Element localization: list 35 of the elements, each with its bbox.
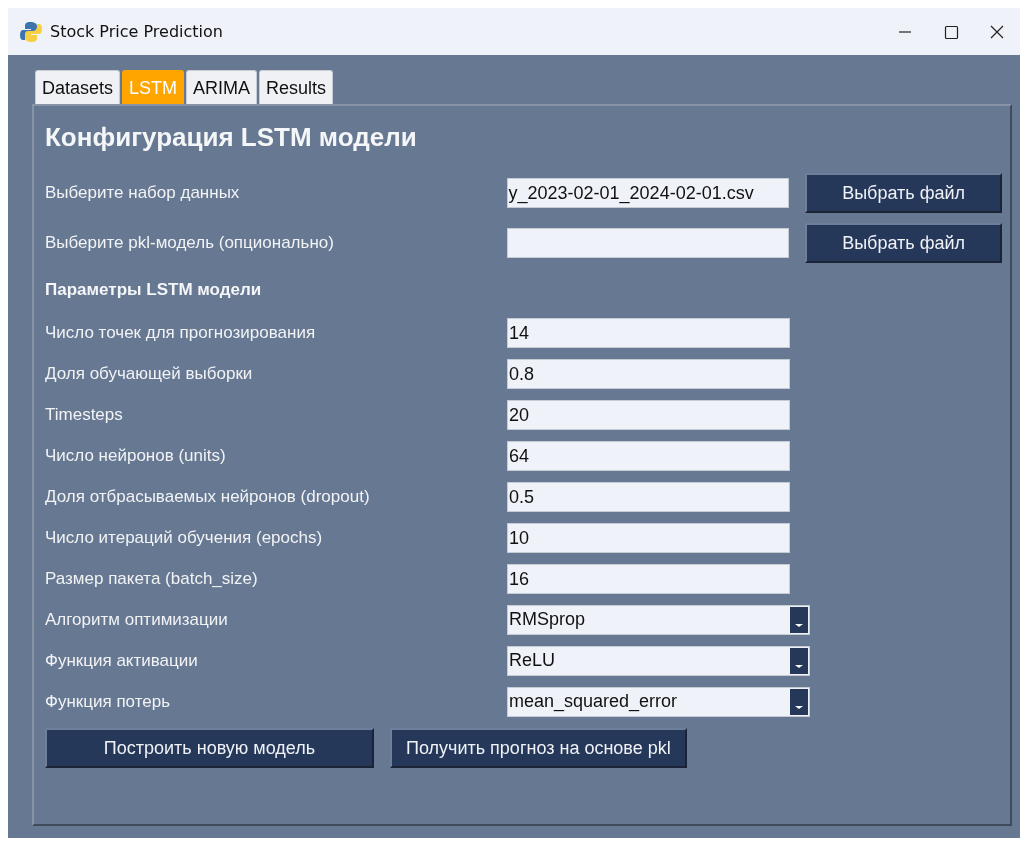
choose-file-button[interactable]: Выбрать файл: [805, 223, 1002, 263]
tab[interactable]: Datasets: [35, 70, 121, 104]
input-field[interactable]: 0.5: [507, 481, 790, 512]
input-field[interactable]: 10: [507, 522, 790, 553]
field-label: Размер пакета (batch_size): [45, 568, 259, 589]
tab[interactable]: Results: [259, 70, 334, 104]
field-label: Алгоритм оптимизации: [45, 609, 229, 630]
choose-file-button[interactable]: Выбрать файл: [805, 173, 1002, 213]
input-field[interactable]: 20: [507, 399, 790, 430]
field-label: Число точек для прогнозирования: [45, 322, 317, 343]
action-button[interactable]: Получить прогноз на основе pkl: [390, 728, 687, 768]
tab[interactable]: ARIMA: [186, 70, 258, 104]
field-label: Доля обучающей выборки: [45, 363, 254, 384]
section-title: Параметры LSTM модели: [45, 279, 263, 301]
app-logo-icon: [20, 20, 42, 43]
field-label: Число итераций обучения (epochs): [45, 527, 324, 548]
panel-heading: Конфигурация LSTM модели: [45, 121, 418, 154]
input-field[interactable]: 14: [507, 317, 790, 348]
window-title: Stock Price Prediction: [50, 22, 223, 41]
field-label: Функция потерь: [45, 691, 172, 712]
field-label: Выберите pkl-модель (опционально): [45, 233, 335, 253]
field-label: Функция активации: [45, 650, 199, 671]
input-field[interactable]: 16: [507, 563, 790, 594]
file-path-field[interactable]: [506, 228, 790, 258]
dropdown[interactable]: RMSprop: [507, 604, 810, 635]
field-label: Число нейронов (units): [45, 445, 227, 466]
file-path-field[interactable]: y_2023-02-01_2024-02-01.csv: [506, 178, 790, 208]
dropdown[interactable]: mean_squared_error: [507, 686, 810, 717]
field-label: Timesteps: [45, 404, 124, 425]
input-field[interactable]: 64: [507, 440, 790, 471]
field-label: Выберите набор данных: [45, 183, 241, 203]
dropdown[interactable]: ReLU: [507, 645, 810, 676]
field-label: Доля отбрасываемых нейронов (dropout): [45, 486, 371, 507]
input-field[interactable]: 0.8: [507, 358, 790, 389]
action-button[interactable]: Построить новую модель: [45, 728, 374, 768]
